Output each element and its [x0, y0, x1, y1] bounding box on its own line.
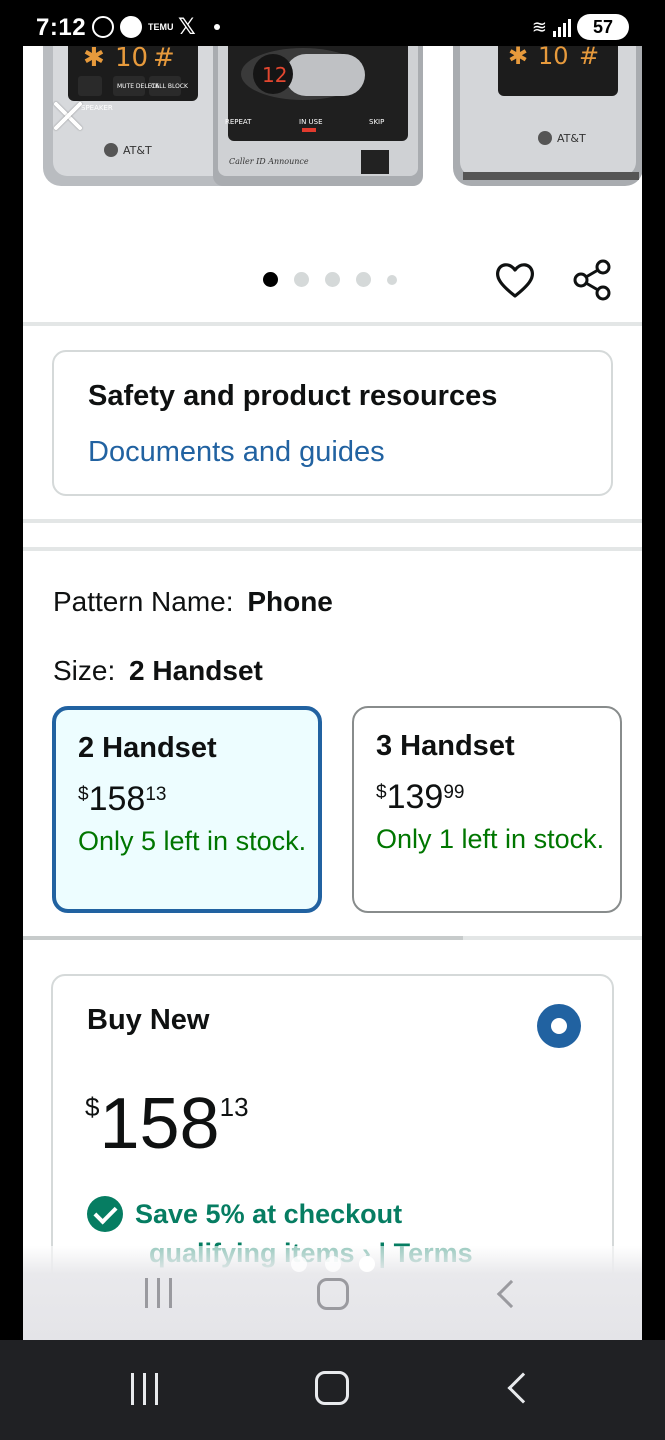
size-option-price: $15813: [78, 780, 166, 819]
home-icon[interactable]: [317, 1278, 349, 1310]
size-option-price: $13999: [376, 778, 464, 817]
variation-scrollbar[interactable]: [23, 936, 642, 940]
svg-text:12: 12: [262, 63, 287, 87]
svg-text:IN USE: IN USE: [299, 118, 323, 126]
pattern-value: Phone: [247, 586, 333, 617]
carousel-dot[interactable]: [356, 272, 371, 287]
carousel-dot[interactable]: [387, 274, 397, 285]
product-image[interactable]: ✱ 10 # MUTE DELETE CALL BLOCK SPEAKER AT…: [23, 46, 642, 246]
savings-text: Save 5% at checkout: [135, 1198, 403, 1229]
svg-text:10: 10: [538, 46, 569, 70]
scrollbar-thumb[interactable]: [23, 936, 463, 940]
notification-app-icon: [120, 16, 142, 38]
price-whole: 158: [99, 1084, 220, 1164]
price-currency: $: [376, 782, 387, 803]
savings-row: Save 5% at checkout: [87, 1196, 402, 1232]
safety-title: Safety and product resources: [88, 380, 498, 412]
safety-resources-card[interactable]: Safety and product resources Documents a…: [52, 350, 613, 496]
temu-icon: TEMU: [148, 21, 174, 32]
carousel-dot[interactable]: [325, 272, 340, 287]
svg-text:✱: ✱: [83, 46, 105, 73]
battery-indicator: 57: [577, 14, 629, 40]
price-currency: $: [78, 784, 89, 805]
svg-text:AT&T: AT&T: [123, 144, 152, 157]
carousel-dot[interactable]: [263, 272, 278, 287]
whatsapp-icon: [92, 16, 114, 38]
wishlist-heart-icon[interactable]: [493, 258, 537, 302]
carousel-controls: [23, 246, 642, 322]
signal-icon: [553, 17, 571, 37]
svg-text:#: #: [579, 46, 599, 70]
svg-text:Caller ID Announce: Caller ID Announce: [229, 157, 309, 166]
recents-icon[interactable]: [145, 1278, 172, 1308]
close-icon[interactable]: [47, 96, 87, 136]
page-dot: [359, 1256, 375, 1272]
back-icon[interactable]: [496, 1279, 526, 1309]
pattern-name-row: Pattern Name: Phone: [53, 586, 333, 618]
x-app-icon: 𝕏: [178, 14, 196, 39]
wifi-icon: ≋: [531, 16, 547, 37]
recents-icon[interactable]: [131, 1373, 158, 1405]
product-page: ✱ 10 # MUTE DELETE CALL BLOCK SPEAKER AT…: [23, 46, 642, 1340]
system-status-icons: ≋ 57: [532, 14, 629, 40]
system-navigation-bar: [0, 1340, 665, 1440]
page-dot: [291, 1256, 307, 1272]
home-icon[interactable]: [315, 1371, 349, 1405]
more-notifications-icon: [213, 24, 220, 30]
size-value: 2 Handset: [129, 655, 263, 686]
phone-illustration: ✱ 10 # MUTE DELETE CALL BLOCK SPEAKER AT…: [43, 46, 642, 186]
check-circle-icon: [87, 1196, 123, 1232]
buy-new-radio[interactable]: [537, 1004, 581, 1048]
svg-text:SKIP: SKIP: [369, 118, 384, 126]
svg-text:✱: ✱: [508, 46, 528, 70]
price-fraction: 13: [145, 784, 167, 805]
pattern-label: Pattern Name:: [53, 586, 234, 617]
price-whole: 139: [386, 778, 444, 816]
share-icon[interactable]: [571, 258, 615, 302]
size-label: Size:: [53, 655, 116, 686]
buy-new-price: $15813: [85, 1088, 249, 1160]
carousel-dot[interactable]: [294, 272, 309, 287]
buy-new-title: Buy New: [87, 1004, 210, 1036]
price-fraction: 13: [219, 1092, 249, 1122]
svg-text:10: 10: [115, 46, 148, 73]
divider: [23, 322, 642, 326]
svg-text:#: #: [153, 46, 175, 73]
status-time: 7:12: [36, 14, 87, 41]
svg-text:AT&T: AT&T: [557, 132, 586, 145]
page-dot: [325, 1256, 341, 1272]
page-indicator-dots: [291, 1256, 375, 1272]
app-gesture-nav: [23, 1246, 642, 1340]
price-fraction: 99: [443, 782, 465, 803]
size-option-name: 3 Handset: [376, 730, 515, 762]
status-bar: 7:12 TEMU 𝕏 ≋ 57: [0, 0, 665, 46]
stock-status: Only 1 left in stock.: [376, 824, 605, 854]
svg-text:CALL BLOCK: CALL BLOCK: [151, 83, 189, 90]
price-currency: $: [85, 1092, 100, 1122]
price-whole: 158: [88, 780, 146, 818]
svg-text:REPEAT: REPEAT: [225, 118, 252, 126]
size-option-name: 2 Handset: [78, 732, 217, 764]
divider: [23, 519, 642, 523]
size-option-3-handset[interactable]: 3 Handset $13999 Only 1 left in stock.: [352, 706, 622, 913]
notification-icons: TEMU 𝕏: [92, 16, 220, 38]
carousel-dots[interactable]: [263, 272, 397, 287]
back-icon[interactable]: [507, 1372, 539, 1404]
documents-guides-link[interactable]: Documents and guides: [88, 436, 385, 469]
divider: [23, 547, 642, 551]
stock-status: Only 5 left in stock.: [78, 826, 307, 856]
size-option-2-handset[interactable]: 2 Handset $15813 Only 5 left in stock.: [52, 706, 322, 913]
size-row: Size: 2 Handset: [53, 655, 263, 687]
